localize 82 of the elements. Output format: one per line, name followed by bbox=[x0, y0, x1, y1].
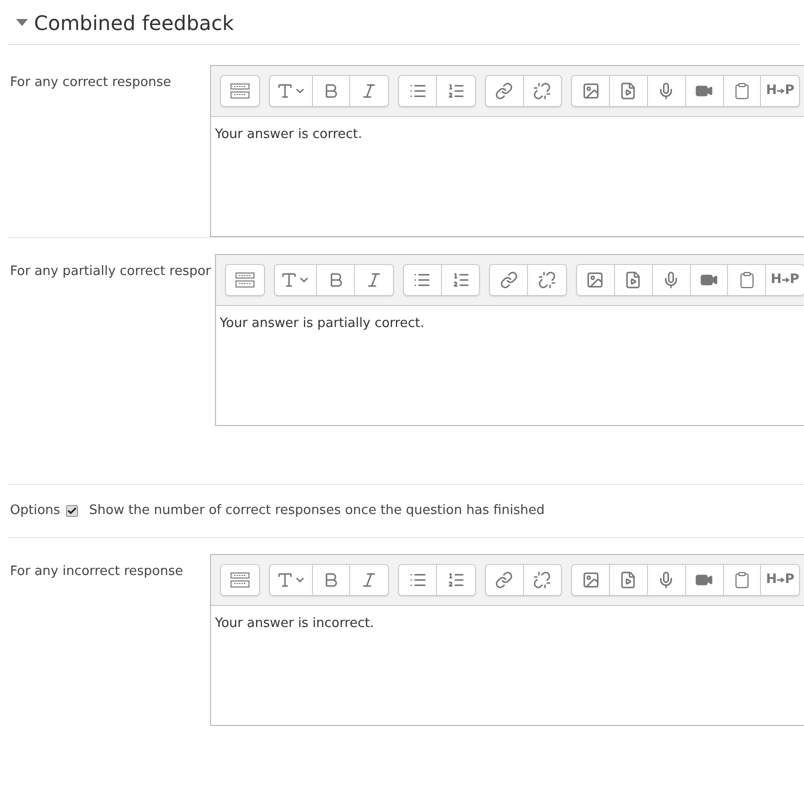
unlink-icon bbox=[533, 570, 552, 588]
link-icon bbox=[500, 271, 518, 289]
italic-button[interactable] bbox=[350, 564, 388, 594]
record-audio-button[interactable] bbox=[652, 265, 691, 295]
manage-files-button[interactable] bbox=[724, 76, 762, 106]
file-icon bbox=[738, 271, 756, 289]
text-editor[interactable]: H P Your answer is incorrect. bbox=[210, 554, 804, 726]
media-button[interactable] bbox=[614, 265, 653, 295]
arrow-icon bbox=[776, 576, 785, 582]
record-video-button[interactable] bbox=[686, 76, 724, 106]
font-style-button[interactable] bbox=[270, 76, 313, 106]
manage-files-button[interactable] bbox=[728, 265, 766, 295]
image-icon bbox=[582, 570, 600, 588]
font-icon bbox=[280, 271, 298, 289]
bullet-list-button[interactable] bbox=[399, 564, 437, 594]
link-icon bbox=[495, 570, 514, 588]
numbered-list-button[interactable] bbox=[436, 76, 475, 106]
h5p-button[interactable]: H P bbox=[766, 265, 804, 295]
editor-text[interactable]: Your answer is partially correct. bbox=[220, 316, 424, 331]
text-editor[interactable]: H P Your answer is correct. bbox=[210, 65, 804, 237]
link-button[interactable] bbox=[486, 76, 524, 106]
unlink-button[interactable] bbox=[524, 76, 562, 106]
image-icon bbox=[586, 271, 604, 289]
unlink-button[interactable] bbox=[528, 265, 566, 295]
video-file-icon bbox=[619, 570, 638, 588]
image-button[interactable] bbox=[577, 265, 615, 295]
video-file-icon bbox=[624, 271, 642, 289]
field-label: Options bbox=[10, 502, 60, 520]
keyboard-icon bbox=[230, 83, 250, 99]
record-audio-button[interactable] bbox=[648, 76, 686, 106]
font-icon bbox=[276, 82, 294, 100]
link-button[interactable] bbox=[486, 564, 524, 594]
bullet-list-button[interactable] bbox=[404, 265, 442, 295]
collapse-caret-icon[interactable] bbox=[16, 19, 28, 27]
arrow-icon bbox=[776, 88, 785, 94]
video-file-icon bbox=[619, 82, 638, 100]
field-label: For any incorrect response bbox=[10, 564, 184, 578]
unlink-icon bbox=[538, 271, 556, 289]
italic-button[interactable] bbox=[355, 265, 393, 295]
record-video-button[interactable] bbox=[686, 564, 724, 594]
field-label: For any partially correct respor bbox=[10, 264, 211, 279]
bold-button[interactable] bbox=[317, 265, 356, 295]
checkbox-label: Show the number of correct responses once the question has finished bbox=[89, 502, 545, 520]
record-video-button[interactable] bbox=[690, 265, 728, 295]
editor-text[interactable]: Your answer is correct. bbox=[215, 127, 362, 142]
numbered-list-icon bbox=[446, 82, 465, 100]
keyboard-icon bbox=[234, 272, 255, 288]
numbered-list-button[interactable] bbox=[442, 265, 480, 295]
image-button[interactable] bbox=[572, 76, 610, 106]
numbered-list-button[interactable] bbox=[436, 564, 475, 594]
font-icon bbox=[276, 570, 294, 588]
h5p-button[interactable]: H P bbox=[761, 76, 799, 106]
image-button[interactable] bbox=[572, 564, 610, 594]
link-button[interactable] bbox=[490, 265, 528, 295]
checkbox[interactable] bbox=[66, 504, 78, 517]
link-icon bbox=[495, 82, 514, 100]
editor-text[interactable]: Your answer is incorrect. bbox=[215, 616, 374, 630]
text-editor[interactable]: H P Your answer is partially correct. bbox=[214, 254, 804, 426]
font-style-button[interactable] bbox=[270, 564, 313, 594]
section-title: Combined feedback bbox=[34, 10, 234, 37]
media-button[interactable] bbox=[610, 564, 648, 594]
numbered-list-icon bbox=[446, 570, 465, 588]
bold-button[interactable] bbox=[312, 76, 350, 106]
unlink-icon bbox=[533, 82, 552, 100]
h5p-button[interactable]: H P bbox=[761, 564, 799, 594]
image-icon bbox=[582, 82, 600, 100]
bullet-list-button[interactable] bbox=[399, 76, 437, 106]
bullet-list-icon bbox=[413, 271, 432, 289]
manage-files-button[interactable] bbox=[724, 564, 762, 594]
file-icon bbox=[732, 570, 751, 588]
bullet-list-icon bbox=[408, 82, 427, 100]
unlink-button[interactable] bbox=[524, 564, 562, 594]
keyboard-icon bbox=[230, 572, 250, 588]
file-icon bbox=[732, 82, 751, 100]
record-audio-button[interactable] bbox=[648, 564, 686, 594]
field-label: For any correct response bbox=[10, 75, 172, 90]
media-button[interactable] bbox=[610, 76, 648, 106]
bold-button[interactable] bbox=[312, 564, 350, 594]
italic-button[interactable] bbox=[350, 76, 388, 106]
numbered-list-icon bbox=[452, 271, 470, 289]
arrow-icon bbox=[782, 277, 790, 283]
font-style-button[interactable] bbox=[274, 265, 318, 295]
